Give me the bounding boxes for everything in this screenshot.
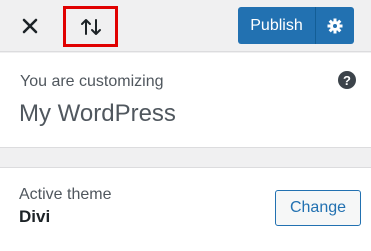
help-glyph: ? — [343, 72, 351, 88]
gear-icon — [327, 18, 343, 33]
arrows-up-down-icon — [80, 18, 101, 35]
publish-settings-button[interactable] — [316, 7, 354, 44]
customizer-header: Publish — [0, 0, 371, 52]
site-title: My WordPress — [19, 100, 176, 127]
section-divider — [0, 149, 371, 167]
theme-name: Divi — [19, 207, 51, 226]
customizing-label: You are customizing — [20, 73, 164, 90]
device-preview-toggle-button[interactable] — [63, 6, 118, 47]
active-theme-label: Active theme — [19, 186, 112, 203]
change-theme-button[interactable]: Change — [275, 190, 361, 226]
publish-button[interactable]: Publish — [238, 7, 316, 44]
publish-button-group: Publish — [238, 7, 354, 44]
help-icon[interactable]: ? — [338, 71, 356, 89]
close-button[interactable] — [8, 6, 52, 46]
close-icon — [22, 18, 38, 34]
customizer-info-panel: You are customizing My WordPress ? — [0, 53, 371, 148]
active-theme-section: Active theme Divi Change — [0, 167, 371, 251]
